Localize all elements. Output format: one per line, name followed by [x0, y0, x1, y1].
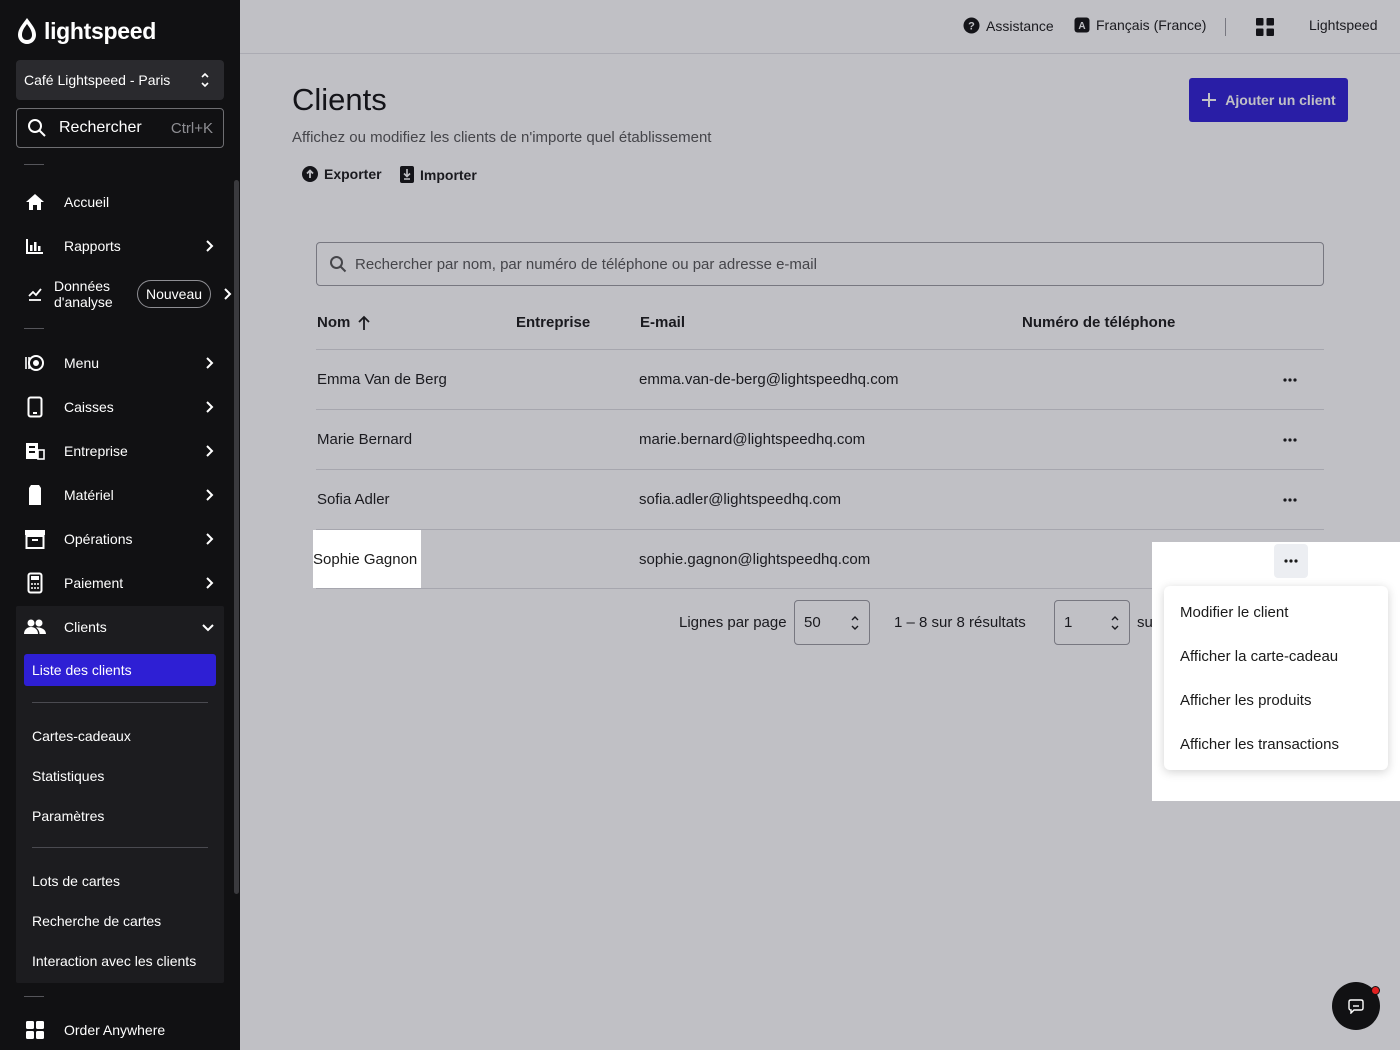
- sidebar: lightspeed Café Lightspeed - Paris Reche…: [0, 0, 240, 1050]
- sidebar-item-label: Caisses: [64, 399, 114, 415]
- sidebar-item-label: Clients: [64, 619, 107, 635]
- sidebar-item-entreprise[interactable]: Entreprise: [16, 431, 224, 471]
- tablet-icon: [24, 396, 46, 418]
- chevron-right-icon: [206, 489, 214, 501]
- new-badge: Nouveau: [137, 280, 212, 308]
- client-name: Sophie Gagnon: [313, 550, 418, 568]
- bar-chart-icon: [24, 235, 46, 257]
- divider: [32, 702, 208, 703]
- divider: [24, 996, 44, 997]
- store-selector[interactable]: Café Lightspeed - Paris: [16, 60, 224, 100]
- sidebar-item-label: Order Anywhere: [64, 1022, 166, 1038]
- sidebar-scrollbar[interactable]: [234, 180, 239, 894]
- chevron-up-down-icon: [201, 72, 209, 88]
- chevron-right-icon: [206, 240, 214, 252]
- sidebar-search[interactable]: Rechercher Ctrl+K: [16, 108, 224, 148]
- sidebar-item-paiement[interactable]: Paiement: [16, 563, 224, 603]
- chevron-right-icon: [206, 533, 214, 545]
- divider: [24, 328, 44, 329]
- people-icon: [24, 616, 46, 638]
- sidebar-subitem-statistics[interactable]: Statistiques: [32, 768, 104, 784]
- sidebar-subitem-card-search[interactable]: Recherche de cartes: [32, 913, 161, 929]
- sidebar-search-label: Rechercher: [59, 119, 142, 136]
- menu-item-view-gift-card[interactable]: Afficher la carte-cadeau: [1164, 634, 1388, 678]
- notification-dot: [1371, 986, 1380, 995]
- sidebar-item-label: Entreprise: [64, 443, 128, 459]
- sidebar-item-label: Paiement: [64, 575, 124, 591]
- sidebar-item-caisses[interactable]: Caisses: [16, 387, 224, 427]
- row-actions-menu: Modifier le client Afficher la carte-cad…: [1164, 586, 1388, 770]
- sidebar-item-label: Données d'analyse: [54, 278, 113, 310]
- building-icon: [24, 440, 46, 462]
- sidebar-item-label: Accueil: [64, 194, 110, 210]
- divider: [24, 164, 44, 165]
- sidebar-item-analytics[interactable]: Données d'analyse Nouveau: [16, 274, 232, 314]
- payment-terminal-icon: [24, 572, 46, 594]
- sidebar-subitem-gift-cards[interactable]: Cartes-cadeaux: [32, 728, 131, 744]
- menu-item-view-transactions[interactable]: Afficher les transactions: [1164, 722, 1388, 766]
- more-horizontal-icon: [1284, 559, 1298, 563]
- chevron-right-icon: [206, 401, 214, 413]
- sidebar-item-label: Rapports: [64, 238, 121, 254]
- sidebar-item-operations[interactable]: Opérations: [16, 519, 224, 559]
- sidebar-item-label: Menu: [64, 355, 100, 371]
- device-icon: [24, 484, 46, 506]
- chevron-right-icon: [206, 445, 214, 457]
- sidebar-subitem-card-batches[interactable]: Lots de cartes: [32, 873, 120, 889]
- grid-icon: [24, 1019, 46, 1041]
- menu-item-edit-client[interactable]: Modifier le client: [1164, 590, 1388, 634]
- sidebar-item-accueil[interactable]: Accueil: [16, 182, 224, 222]
- chevron-right-icon: [224, 288, 232, 300]
- flame-logo-icon: [18, 18, 36, 44]
- sidebar-item-clients[interactable]: Clients: [16, 607, 224, 647]
- sidebar-subitem-settings[interactable]: Paramètres: [32, 808, 104, 824]
- sidebar-item-order-anywhere[interactable]: Order Anywhere: [16, 1010, 224, 1050]
- dim-overlay: [240, 0, 1400, 1050]
- analytics-icon: [24, 283, 46, 305]
- sidebar-item-materiel[interactable]: Matériel: [16, 475, 224, 515]
- brand-logo[interactable]: lightspeed: [16, 16, 156, 46]
- chevron-right-icon: [206, 577, 214, 589]
- sidebar-subitem-customer-engagement[interactable]: Interaction avec les clients: [32, 953, 196, 969]
- sidebar-item-label: Matériel: [64, 487, 114, 503]
- chat-icon: [1348, 999, 1364, 1014]
- search-icon: [28, 119, 46, 137]
- store-name: Café Lightspeed - Paris: [24, 72, 171, 88]
- sidebar-item-label: Opérations: [64, 531, 133, 547]
- search-shortcut: Ctrl+K: [170, 119, 213, 137]
- archive-icon: [24, 528, 46, 550]
- divider: [32, 847, 208, 848]
- menu-item-view-products[interactable]: Afficher les produits: [1164, 678, 1388, 722]
- sidebar-item-menu[interactable]: Menu: [16, 343, 224, 383]
- sidebar-subitem-client-list[interactable]: Liste des clients: [24, 654, 216, 686]
- chevron-down-icon: [202, 624, 214, 632]
- row-more-button-active[interactable]: [1274, 544, 1308, 578]
- highlighted-client-name[interactable]: Sophie Gagnon: [313, 530, 421, 588]
- home-icon: [24, 191, 46, 213]
- brand-name: lightspeed: [44, 17, 157, 44]
- menu-book-icon: [24, 352, 46, 374]
- sidebar-item-rapports[interactable]: Rapports: [16, 226, 224, 266]
- chevron-right-icon: [206, 357, 214, 369]
